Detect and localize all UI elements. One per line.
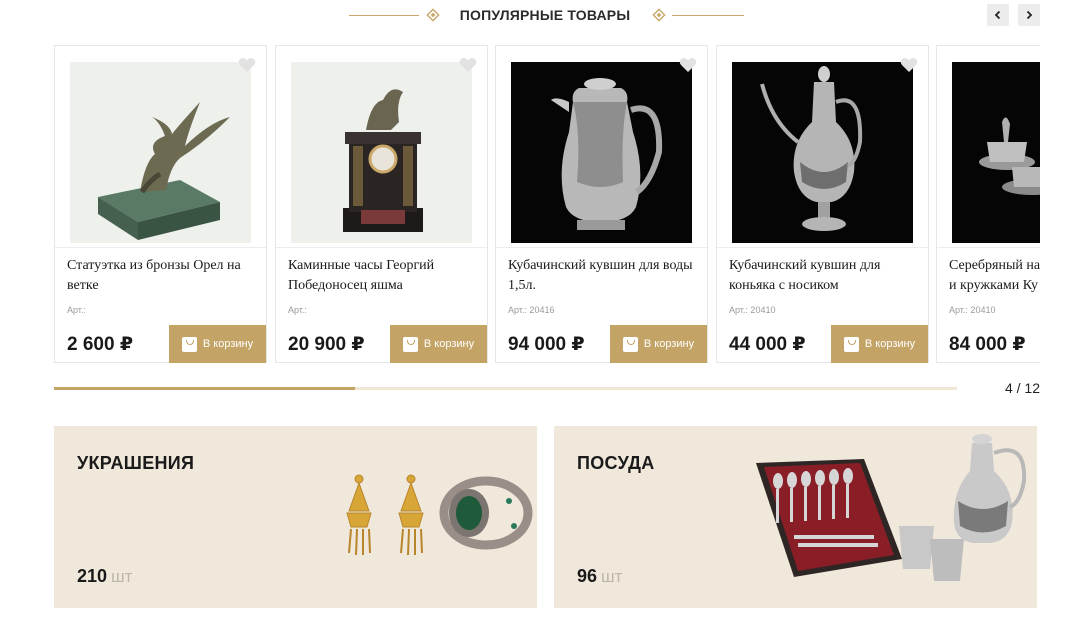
product-article: Арт.: <box>288 305 307 315</box>
product-image[interactable] <box>291 62 472 243</box>
product-card[interactable]: Серебряный набор с чашками и кружками Ку… <box>936 45 1040 363</box>
category-count: 210 шт <box>77 566 133 586</box>
chevron-left-icon <box>994 10 1001 20</box>
shopping-bag-icon <box>181 336 197 352</box>
favorite-heart-icon[interactable] <box>900 57 918 73</box>
add-to-cart-button[interactable]: В корзину <box>610 325 707 363</box>
category-tile-tableware[interactable]: ПОСУДА 96 шт <box>554 426 1037 608</box>
product-image[interactable] <box>732 62 913 243</box>
product-card[interactable]: Каминные часы Георгий Победоносец яшма А… <box>275 45 488 363</box>
product-article: Арт.: 20416 <box>508 305 555 315</box>
card-divider <box>937 247 1040 248</box>
product-card[interactable]: Кубачинский кувшин для коньяка с носиком… <box>716 45 929 363</box>
carousel-progress-fill <box>54 387 355 390</box>
product-image[interactable] <box>952 62 1040 243</box>
ornament-icon <box>426 8 440 22</box>
product-price: 94 000 ₽ <box>508 334 585 355</box>
carousel-next-button[interactable] <box>1018 4 1040 26</box>
category-tile-jewelry[interactable]: УКРАШЕНИЯ 210 шт <box>54 426 537 608</box>
section-title: ПОПУЛЯРНЫЕ ТОВАРЫ <box>459 7 631 23</box>
product-name[interactable]: Серебряный набор с чашками и кружками Ку <box>949 256 1040 296</box>
product-name[interactable]: Статуэтка из бронзы Орел на ветке <box>67 256 254 296</box>
jewelry-image <box>346 474 533 556</box>
shopping-bag-icon <box>843 336 859 352</box>
product-article: Арт.: <box>67 305 86 315</box>
product-card[interactable]: Статуэтка из бронзы Орел на ветке Арт.: … <box>54 45 267 363</box>
product-price: 44 000 ₽ <box>729 334 806 355</box>
favorite-heart-icon[interactable] <box>238 57 256 73</box>
ornament-icon <box>652 8 666 22</box>
product-card[interactable]: Кубачинский кувшин для воды 1,5л. Арт.: … <box>495 45 708 363</box>
category-count: 96 шт <box>577 566 623 586</box>
product-name[interactable]: Каминные часы Георгий Победоносец яшма <box>288 256 475 296</box>
favorite-heart-icon[interactable] <box>459 57 477 73</box>
carousel-pager: 4 / 12 <box>1004 380 1040 396</box>
add-to-cart-button[interactable]: В корзину <box>831 325 928 363</box>
product-name[interactable]: Кубачинский кувшин для воды 1,5л. <box>508 256 695 296</box>
product-article: Арт.: 20410 <box>729 305 776 315</box>
category-title: ПОСУДА <box>577 453 655 473</box>
product-name[interactable]: Кубачинский кувшин для коньяка с носиком <box>729 256 916 296</box>
chevron-right-icon <box>1026 10 1033 20</box>
add-to-cart-button[interactable]: В корзину <box>169 325 266 363</box>
card-divider <box>55 247 266 248</box>
shopping-bag-icon <box>402 336 418 352</box>
product-image[interactable] <box>70 62 251 243</box>
product-article: Арт.: 20410 <box>949 305 996 315</box>
add-to-cart-button[interactable]: В корзину <box>390 325 487 363</box>
product-price: 20 900 ₽ <box>288 334 365 355</box>
carousel-prev-button[interactable] <box>987 4 1009 26</box>
category-title: УКРАШЕНИЯ <box>77 453 195 473</box>
shopping-bag-icon <box>622 336 638 352</box>
tableware-image <box>756 434 1027 581</box>
product-carousel: Статуэтка из бронзы Орел на ветке Арт.: … <box>54 45 1040 365</box>
card-divider <box>717 247 928 248</box>
header-divider-right <box>672 15 744 16</box>
card-divider <box>496 247 707 248</box>
favorite-heart-icon[interactable] <box>679 57 697 73</box>
product-price: 84 000 ₽ <box>949 334 1026 355</box>
header-divider-left <box>349 15 419 16</box>
product-price: 2 600 ₽ <box>67 334 134 355</box>
card-divider <box>276 247 487 248</box>
product-image[interactable] <box>511 62 692 243</box>
popular-products-header: ПОПУЛЯРНЫЕ ТОВАРЫ <box>0 0 1091 32</box>
carousel-progress-bar[interactable] <box>54 387 957 390</box>
